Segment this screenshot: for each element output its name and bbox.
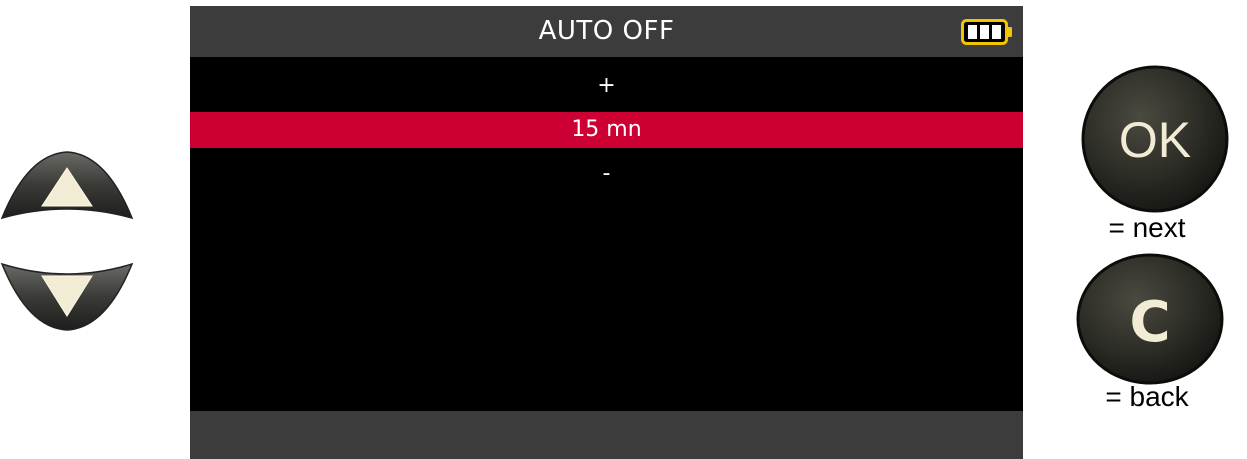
decrement-option[interactable]: - [190,152,1023,196]
ok-caption: = next [1108,212,1186,243]
arrow-down-icon[interactable] [0,262,134,334]
increment-option[interactable]: + [190,64,1023,108]
battery-full-icon [961,19,1012,45]
c-caption: = back [1105,381,1189,412]
screen-title: AUTO OFF [538,16,675,46]
ok-button-label: OK [1119,112,1191,168]
c-button-label: C [1129,290,1170,355]
c-button[interactable]: C [1075,247,1225,397]
selected-value[interactable]: 15 mn [190,112,1023,148]
value-list: + 15 mn - [190,64,1023,196]
ok-button[interactable]: OK [1080,64,1230,214]
device-screen: AUTO OFF + 15 mn - [190,6,1023,459]
arrow-up-icon[interactable] [0,148,134,220]
footer-bar [190,411,1023,459]
title-bar: AUTO OFF [190,6,1023,57]
